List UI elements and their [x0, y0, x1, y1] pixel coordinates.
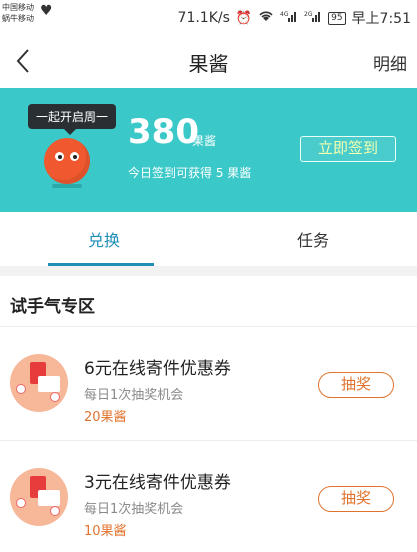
alarm-icon: ⏰ [235, 10, 253, 26]
points-value: 380 [128, 112, 199, 152]
carrier-line-1: 中国移动 [2, 3, 34, 12]
tab-bar: 兑换 任务 [0, 212, 417, 266]
status-bar: 中国移动 蜗牛移动 ♥ 71.1K/s ⏰ 4G 2G 95 早上7:51 [0, 0, 417, 36]
detail-link[interactable]: 明细 [373, 50, 407, 75]
coupon-frequency: 每日1次抽奖机会 [84, 502, 184, 517]
svg-text:2G: 2G [304, 11, 313, 18]
network-speed: 71.1K/s [177, 10, 230, 26]
heart-icon: ♥ [40, 3, 53, 19]
status-indicators: 71.1K/s ⏰ 4G 2G 95 早上7:51 [178, 8, 411, 28]
page-title: 果酱 [188, 52, 229, 76]
section-title: 试手气专区 [10, 297, 95, 317]
coupon-cost: 20果酱 [84, 410, 127, 425]
svg-text:4G: 4G [280, 11, 289, 18]
coupon-item[interactable]: 6元在线寄件优惠券 每日1次抽奖机会 20果酱 抽奖 [0, 338, 417, 438]
signal-2g-icon: 2G [304, 10, 322, 26]
carrier-label: 中国移动 蜗牛移动 [2, 2, 34, 24]
coupon-image [10, 468, 68, 526]
nav-bar: 果酱 明细 [0, 36, 417, 88]
battery-icon: 95 [328, 11, 346, 25]
mascot-shadow [52, 184, 82, 188]
coupon-name: 3元在线寄件优惠券 [84, 473, 231, 493]
clock: 早上7:51 [351, 11, 411, 27]
mascot-icon [44, 138, 90, 184]
wifi-icon [258, 10, 274, 26]
carrier-line-2: 蜗牛移动 [2, 14, 34, 23]
divider [0, 440, 417, 441]
tab-tasks[interactable]: 任务 [209, 212, 417, 266]
coupon-cost: 10果酱 [84, 524, 127, 539]
coupon-name: 6元在线寄件优惠券 [84, 359, 231, 379]
checkin-hint: 今日签到可获得 5 果酱 [128, 166, 252, 180]
coupon-frequency: 每日1次抽奖机会 [84, 388, 184, 403]
lottery-button[interactable]: 抽奖 [318, 486, 394, 512]
coupon-image [10, 354, 68, 412]
coupon-item[interactable]: 3元在线寄件优惠券 每日1次抽奖机会 10果酱 抽奖 [0, 452, 417, 552]
tab-exchange[interactable]: 兑换 [0, 212, 208, 266]
signal-4g-icon: 4G [280, 10, 298, 26]
divider [0, 326, 417, 327]
points-unit: 果酱 [192, 134, 217, 148]
checkin-button[interactable]: 立即签到 [300, 136, 396, 162]
section-gap [0, 266, 417, 276]
lottery-button[interactable]: 抽奖 [318, 372, 394, 398]
mascot-speech-bubble: 一起开启周一 [28, 104, 117, 135]
